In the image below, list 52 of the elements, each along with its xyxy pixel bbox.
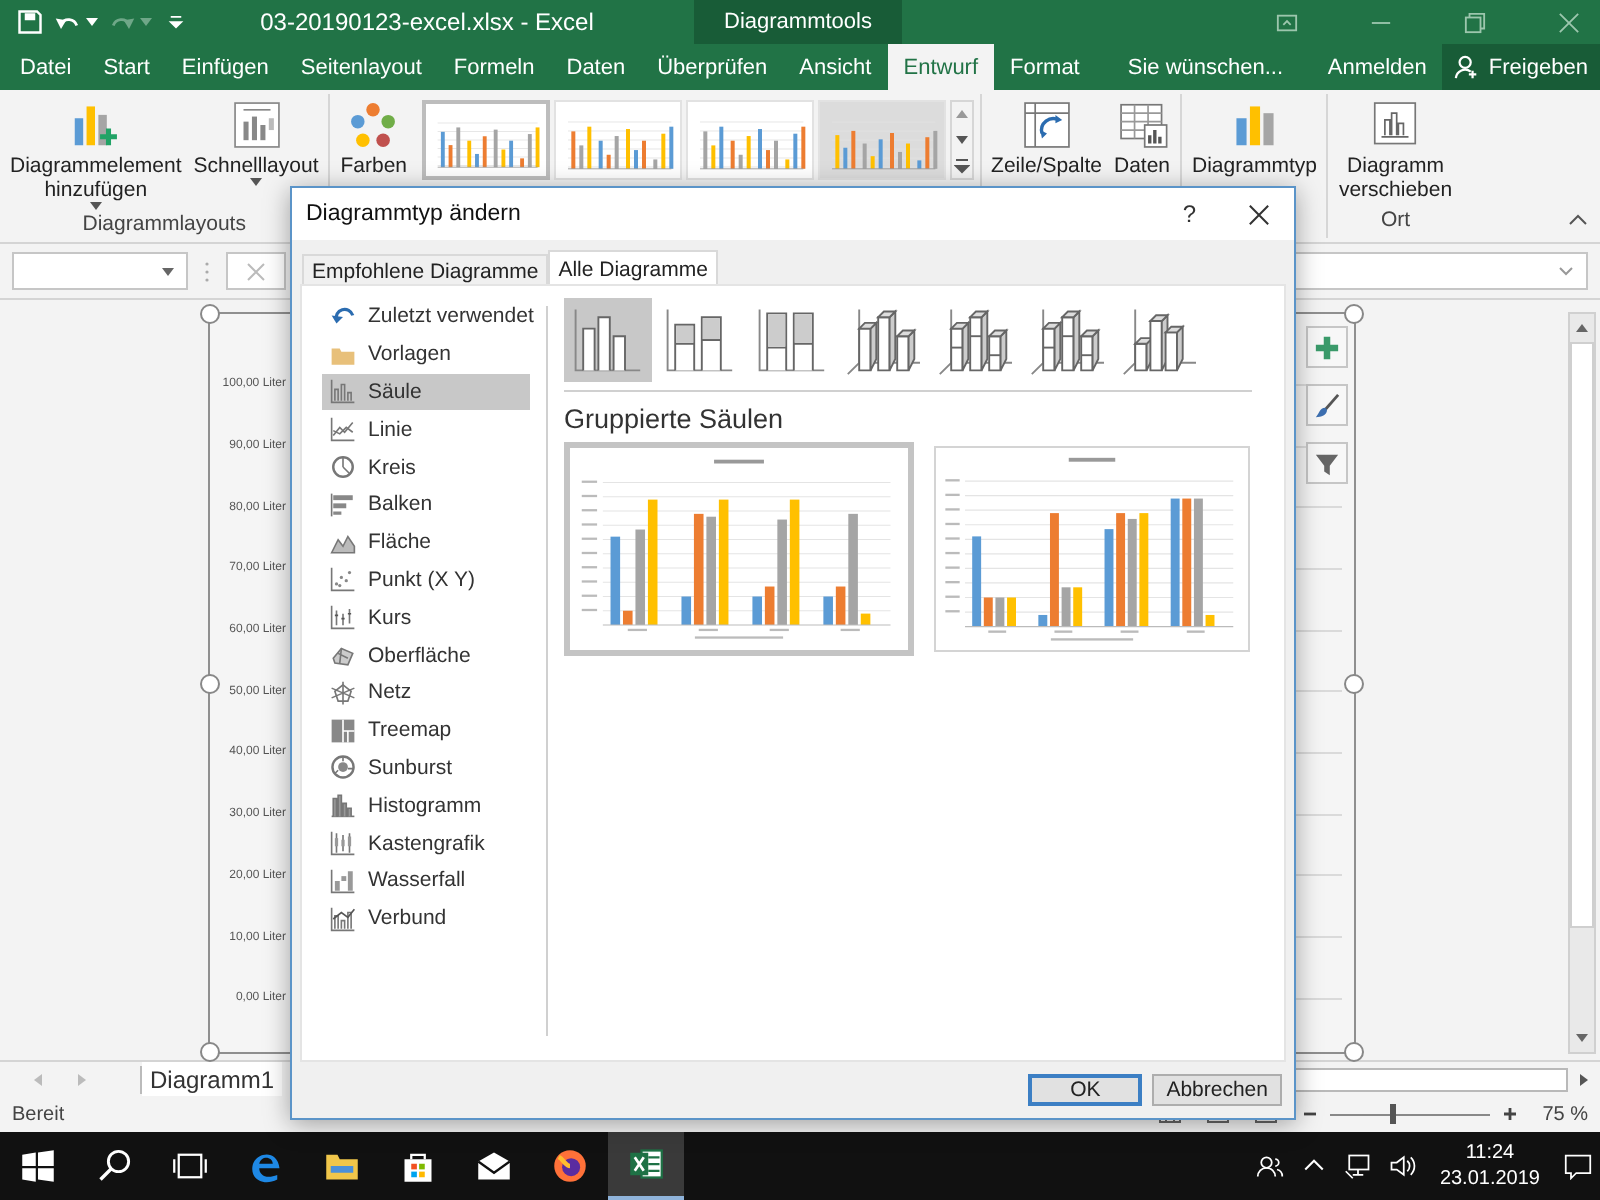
ribbon-tab[interactable]: Start xyxy=(87,44,166,90)
chart-category-item[interactable]: Treemap xyxy=(322,711,530,750)
sign-in-button[interactable]: Anmelden xyxy=(1311,44,1443,90)
change-chart-type-button[interactable]: Diagrammtyp xyxy=(1188,96,1321,180)
status-text: Bereit xyxy=(12,1103,65,1125)
context-tab-label: Diagrammtools xyxy=(694,0,902,44)
help-button[interactable]: ? xyxy=(1170,198,1208,230)
move-chart-button[interactable]: Diagramm verschieben xyxy=(1334,96,1457,204)
dialog-tab[interactable]: Empfohlene Diagramme xyxy=(302,254,549,286)
group-label: Ort xyxy=(1378,208,1413,236)
ribbon-tab[interactable]: Formeln xyxy=(437,44,551,90)
clock-time[interactable]: 11:24 xyxy=(1465,1140,1515,1166)
dialog-title: Diagrammtyp ändern xyxy=(306,202,521,226)
quick-layout-button[interactable]: Schnelllayout xyxy=(189,96,323,188)
ribbon-tab[interactable]: Seitenlayout xyxy=(284,44,438,90)
cancel-button[interactable]: Abbrechen xyxy=(1152,1074,1282,1106)
zoom-level[interactable]: 75 % xyxy=(1542,1103,1588,1125)
switch-row-column-button[interactable]: Zeile/Spalte xyxy=(987,96,1106,180)
chart-category-item[interactable]: Wasserfall xyxy=(322,861,530,900)
chart-category-item[interactable]: Kreis xyxy=(322,448,530,486)
window-title: 03-20190123-excel.xlsx - Excel xyxy=(258,8,596,36)
chart-category-item[interactable]: Verbund xyxy=(322,899,530,938)
tell-me-field[interactable]: Sie wünschen... xyxy=(1119,44,1312,90)
chart-category-item[interactable]: Fläche xyxy=(322,523,530,562)
chart-category-item[interactable]: Punkt (X Y) xyxy=(322,561,530,599)
sheet-tab[interactable]: Diagramm1 xyxy=(142,1062,283,1096)
ribbon-tab[interactable]: Format xyxy=(994,44,1096,90)
dialog-tab[interactable]: Alle Diagramme xyxy=(548,250,718,286)
chart-category-item[interactable]: Balken xyxy=(322,485,530,524)
colors-button[interactable]: Farben xyxy=(336,96,412,180)
chart-category-item[interactable]: Netz xyxy=(322,673,530,712)
add-chart-element-button[interactable]: Diagrammelement hinzufügen xyxy=(6,96,186,212)
ribbon-tab[interactable]: Entwurf xyxy=(887,44,995,90)
ok-button[interactable]: OK xyxy=(1028,1074,1143,1106)
chart-category-item[interactable]: Histogramm xyxy=(322,786,530,825)
share-button[interactable]: Freigeben xyxy=(1442,44,1600,90)
chart-category-item[interactable]: Zuletzt verwendet xyxy=(322,298,530,336)
ribbon-tab[interactable]: Daten xyxy=(550,44,642,90)
ribbon-tab[interactable]: Überprüfen xyxy=(641,44,784,90)
ribbon-tab[interactable]: Einfügen xyxy=(165,44,285,90)
ribbon-tab[interactable]: Datei xyxy=(0,44,88,90)
select-data-button[interactable]: Daten xyxy=(1109,96,1175,180)
chart-category-item[interactable]: Sunburst xyxy=(322,749,530,787)
chart-category-item[interactable]: Kurs xyxy=(322,598,530,637)
subtype-heading: Gruppierte Säulen xyxy=(564,404,786,434)
chart-category-item[interactable]: Oberfläche xyxy=(322,636,530,674)
clock-date[interactable]: 23.01.2019 xyxy=(1439,1166,1540,1192)
chart-category-item[interactable]: Vorlagen xyxy=(322,335,530,374)
chart-category-item[interactable]: Linie xyxy=(322,410,530,449)
ribbon-tab[interactable]: Ansicht xyxy=(783,44,888,90)
chart-category-item[interactable]: Kastengrafik xyxy=(322,824,530,862)
chart-category-item[interactable]: Säule xyxy=(322,373,530,411)
